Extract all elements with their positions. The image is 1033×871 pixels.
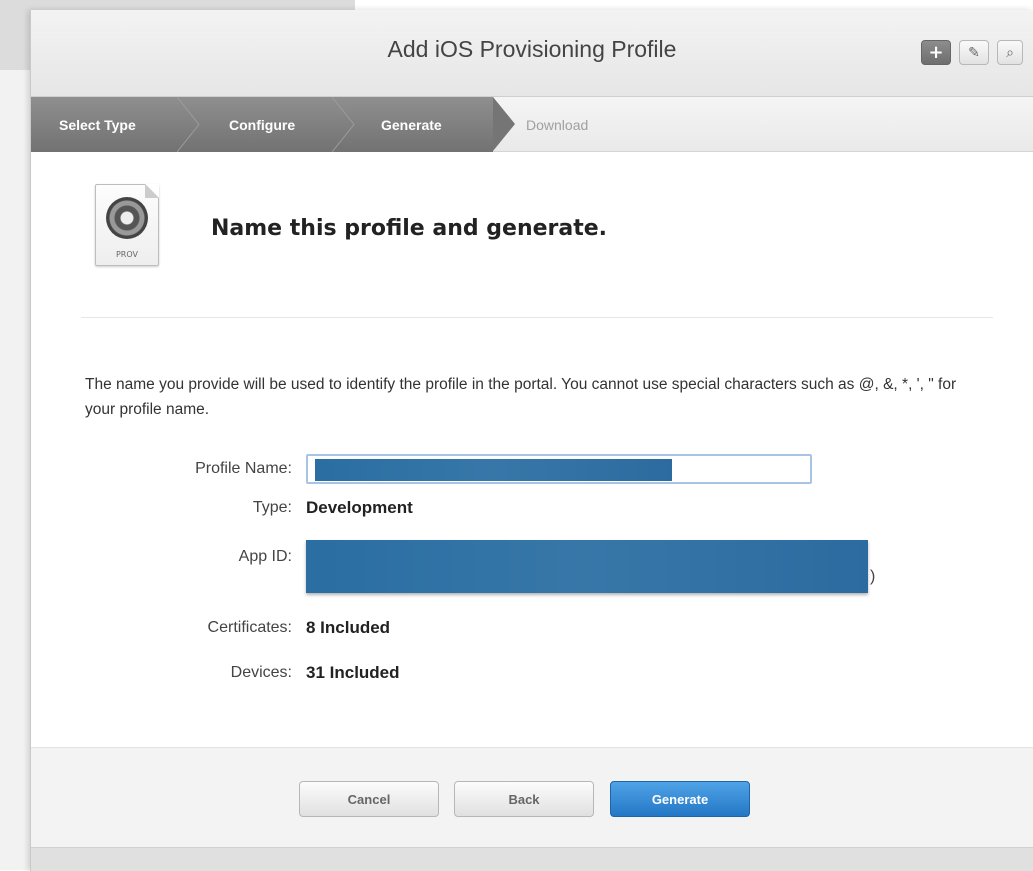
page-heading: Name this profile and generate.: [211, 216, 608, 241]
edit-button[interactable]: ✎: [959, 40, 989, 65]
divider: [81, 317, 993, 318]
profile-name-label: Profile Name:: [195, 460, 292, 477]
step-download: Download: [526, 97, 588, 152]
app-id-trail: ): [870, 568, 876, 585]
generate-button[interactable]: Generate: [610, 781, 750, 817]
step-separator: [177, 97, 200, 152]
provisioning-file-icon: PROV: [95, 184, 159, 266]
type-row: Type: Development: [31, 498, 413, 518]
type-value: Development: [306, 498, 413, 517]
back-button[interactable]: Back: [454, 781, 594, 817]
step-select-type: Select Type: [59, 97, 136, 152]
type-label: Type:: [252, 499, 292, 516]
profile-name-row: Profile Name:: [31, 454, 812, 484]
search-icon: ⌕: [1006, 44, 1014, 61]
search-button[interactable]: ⌕: [997, 40, 1023, 65]
step-label: Generate: [381, 116, 442, 133]
step-configure: Configure: [229, 97, 295, 152]
window-bottom-bar: [31, 847, 1033, 871]
step-generate: Generate: [381, 97, 442, 152]
devices-label: Devices:: [230, 664, 292, 681]
step-label: Configure: [229, 116, 296, 133]
app-id-row: App ID: ): [31, 540, 875, 593]
gear-icon: [106, 197, 148, 239]
certificates-row: Certificates: 8 Included: [31, 618, 391, 638]
redacted-app-id: [306, 540, 868, 593]
description-text: The name you provide will be used to ide…: [85, 376, 957, 418]
wizard-steps: Select Type Configure Generate Download: [31, 97, 1033, 152]
toolbar: + ✎ ⌕: [921, 40, 1023, 65]
step-label: Select Type: [59, 116, 136, 133]
edit-icon: ✎: [968, 44, 980, 61]
background-sidebar: [0, 70, 30, 870]
provisioning-window: Add iOS Provisioning Profile + ✎ ⌕ Selec…: [30, 10, 1033, 871]
footer-bar: Cancel Back Generate: [31, 747, 1033, 847]
window-title: Add iOS Provisioning Profile: [387, 36, 677, 62]
certificates-value: 8 Included: [306, 618, 391, 637]
plus-icon: +: [928, 42, 944, 63]
page-fold: [145, 184, 159, 198]
app-id-label: App ID:: [238, 548, 292, 565]
title-bar: Add iOS Provisioning Profile + ✎ ⌕: [31, 10, 1033, 97]
devices-value: 31 Included: [306, 663, 400, 682]
add-button[interactable]: +: [921, 40, 951, 65]
step-arrow: [493, 97, 515, 151]
cancel-button[interactable]: Cancel: [299, 781, 439, 817]
devices-row: Devices: 31 Included: [31, 663, 400, 683]
main-content: PROV Name this profile and generate. The…: [31, 152, 1033, 752]
profile-name-input[interactable]: [306, 454, 812, 484]
redacted-value: [315, 459, 672, 481]
step-separator: [332, 97, 355, 152]
file-type-label: PROV: [115, 250, 138, 259]
certificates-label: Certificates:: [207, 619, 292, 636]
step-label: Download: [526, 116, 589, 133]
